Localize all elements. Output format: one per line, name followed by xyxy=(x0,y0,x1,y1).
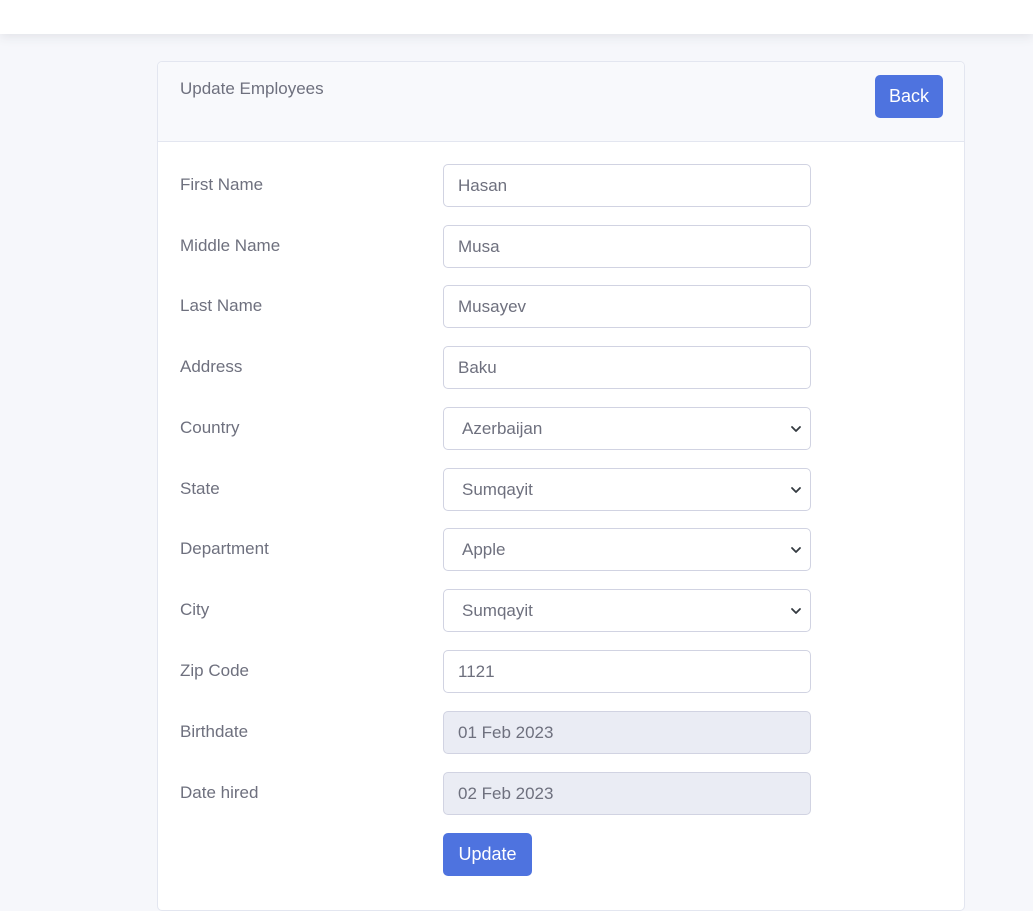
city-row: City Sumqayit xyxy=(158,589,964,632)
middle-name-label: Middle Name xyxy=(180,236,281,255)
top-navbar xyxy=(0,0,1033,34)
first-name-label: First Name xyxy=(180,175,264,194)
zip-code-label: Zip Code xyxy=(180,661,249,680)
zip-code-input[interactable] xyxy=(443,650,811,693)
department-select-value: Apple xyxy=(462,540,506,559)
country-row: Country Azerbaijan xyxy=(158,407,964,450)
state-select[interactable]: Sumqayit xyxy=(443,468,811,511)
update-button[interactable]: Update xyxy=(443,833,532,876)
city-select-value: Sumqayit xyxy=(462,601,533,620)
department-label: Department xyxy=(180,539,269,558)
last-name-label: Last Name xyxy=(180,296,263,315)
first-name-row: First Name xyxy=(158,164,964,207)
date-hired-row: Date hired xyxy=(158,772,964,815)
chevron-down-icon xyxy=(791,608,801,614)
last-name-row: Last Name xyxy=(158,285,964,328)
department-select[interactable]: Apple xyxy=(443,528,811,571)
address-label: Address xyxy=(180,357,243,376)
address-row: Address xyxy=(158,346,964,389)
update-employee-card: Update Employees Back First Name Middle … xyxy=(157,61,965,911)
state-row: State Sumqayit xyxy=(158,468,964,511)
chevron-down-icon xyxy=(791,426,801,432)
country-select-value: Azerbaijan xyxy=(462,419,543,438)
middle-name-input[interactable] xyxy=(443,225,811,268)
birthdate-input[interactable] xyxy=(443,711,811,754)
date-hired-input[interactable] xyxy=(443,772,811,815)
country-select[interactable]: Azerbaijan xyxy=(443,407,811,450)
address-input[interactable] xyxy=(443,346,811,389)
chevron-down-icon xyxy=(791,487,801,493)
middle-name-row: Middle Name xyxy=(158,225,964,268)
back-button[interactable]: Back xyxy=(875,75,943,118)
city-label: City xyxy=(180,600,210,619)
zip-code-row: Zip Code xyxy=(158,650,964,693)
department-row: Department Apple xyxy=(158,528,964,571)
first-name-input[interactable] xyxy=(443,164,811,207)
country-label: Country xyxy=(180,418,240,437)
birthdate-row: Birthdate xyxy=(158,711,964,754)
card-header: Update Employees Back xyxy=(158,62,964,142)
state-select-value: Sumqayit xyxy=(462,480,533,499)
birthdate-label: Birthdate xyxy=(180,722,249,741)
chevron-down-icon xyxy=(791,547,801,553)
date-hired-label: Date hired xyxy=(180,783,259,802)
city-select[interactable]: Sumqayit xyxy=(443,589,811,632)
page-title: Update Employees xyxy=(180,79,324,98)
last-name-input[interactable] xyxy=(443,285,811,328)
state-label: State xyxy=(180,479,220,498)
